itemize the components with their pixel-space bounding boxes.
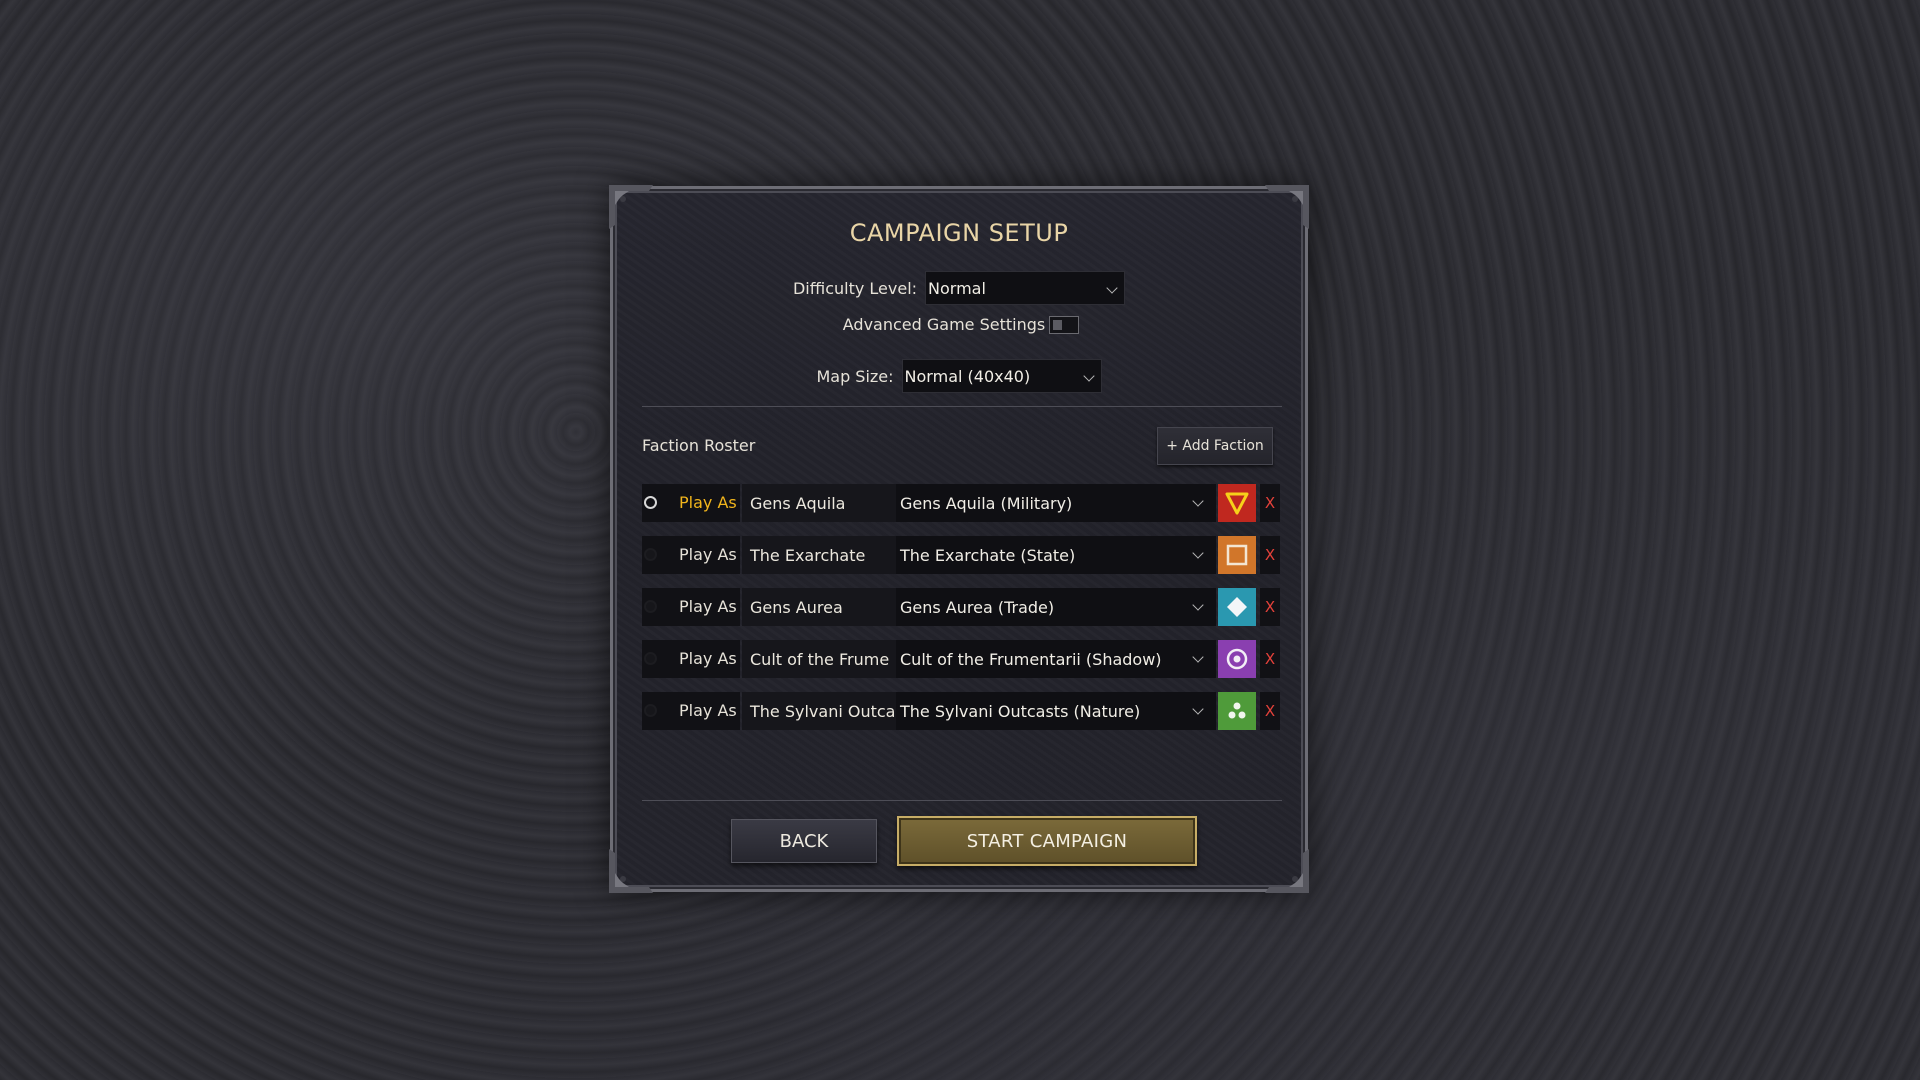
divider bbox=[642, 800, 1282, 801]
faction-select-value: Gens Aurea (Trade) bbox=[900, 597, 1055, 617]
add-faction-button[interactable]: + Add Faction bbox=[1157, 427, 1273, 465]
play-as-cell[interactable]: Play As bbox=[642, 692, 740, 730]
faction-color-button[interactable] bbox=[1218, 588, 1256, 626]
difficulty-value: Normal bbox=[928, 278, 986, 298]
map-size-label: Map Size: bbox=[816, 366, 894, 386]
remove-faction-button[interactable]: X bbox=[1260, 484, 1280, 522]
remove-faction-button[interactable]: X bbox=[1260, 692, 1280, 730]
difficulty-select[interactable]: Normal bbox=[925, 271, 1126, 305]
faction-name[interactable]: Cult of the Frume bbox=[742, 640, 896, 678]
corner-ornament bbox=[609, 849, 653, 893]
faction-row: Play As The Sylvani Outca The Sylvani Ou… bbox=[642, 692, 1280, 730]
faction-row: Play As Gens Aurea Gens Aurea (Trade) X bbox=[642, 588, 1280, 626]
difficulty-row: Difficulty Level: Normal bbox=[613, 271, 1305, 305]
faction-color-button[interactable] bbox=[1218, 692, 1256, 730]
play-as-cell[interactable]: Play As bbox=[642, 588, 740, 626]
faction-row: Play As The Exarchate The Exarchate (Sta… bbox=[642, 536, 1280, 574]
chevron-down-icon bbox=[1192, 703, 1204, 715]
faction-select[interactable]: Gens Aurea (Trade) bbox=[896, 588, 1216, 626]
start-campaign-button[interactable]: START CAMPAIGN bbox=[897, 816, 1197, 866]
three-dots-icon bbox=[1228, 702, 1246, 719]
corner-ornament bbox=[1265, 849, 1309, 893]
diamond-icon bbox=[1227, 597, 1247, 617]
chevron-down-icon bbox=[1192, 651, 1204, 663]
chevron-down-icon bbox=[1106, 282, 1118, 294]
advanced-settings-label: Advanced Game Settings bbox=[842, 315, 1046, 334]
faction-select[interactable]: The Exarchate (State) bbox=[896, 536, 1216, 574]
play-as-radio[interactable] bbox=[644, 704, 657, 717]
toggle-knob bbox=[1053, 319, 1063, 330]
faction-row: Play As Gens Aquila Gens Aquila (Militar… bbox=[642, 484, 1280, 522]
faction-name[interactable]: The Sylvani Outca bbox=[742, 692, 896, 730]
remove-faction-button[interactable]: X bbox=[1260, 588, 1280, 626]
faction-name[interactable]: The Exarchate bbox=[742, 536, 896, 574]
faction-select-value: The Exarchate (State) bbox=[900, 545, 1076, 565]
advanced-settings-toggle[interactable] bbox=[1049, 315, 1080, 334]
faction-roster-label: Faction Roster bbox=[642, 436, 756, 455]
chevron-down-icon bbox=[1192, 495, 1204, 507]
play-as-label: Play As bbox=[679, 649, 737, 668]
faction-select[interactable]: The Sylvani Outcasts (Nature) bbox=[896, 692, 1216, 730]
remove-faction-button[interactable]: X bbox=[1260, 536, 1280, 574]
faction-color-button[interactable] bbox=[1218, 536, 1256, 574]
play-as-cell[interactable]: Play As bbox=[642, 640, 740, 678]
divider bbox=[642, 406, 1282, 407]
faction-name[interactable]: Gens Aurea bbox=[742, 588, 896, 626]
faction-select-value: The Sylvani Outcasts (Nature) bbox=[900, 701, 1141, 721]
play-as-radio[interactable] bbox=[644, 652, 657, 665]
page-title: CAMPAIGN SETUP bbox=[849, 219, 1069, 247]
campaign-setup-panel: CAMPAIGN SETUP Difficulty Level: Normal … bbox=[609, 185, 1309, 893]
faction-select[interactable]: Cult of the Frumentarii (Shadow) bbox=[896, 640, 1216, 678]
remove-faction-button[interactable]: X bbox=[1260, 640, 1280, 678]
play-as-radio[interactable] bbox=[644, 496, 657, 509]
play-as-label: Play As bbox=[679, 545, 737, 564]
back-button[interactable]: BACK bbox=[731, 819, 877, 863]
faction-color-button[interactable] bbox=[1218, 484, 1256, 522]
square-icon bbox=[1226, 544, 1248, 566]
triangle-down-icon bbox=[1225, 492, 1249, 515]
chevron-down-icon bbox=[1082, 370, 1095, 382]
play-as-label: Play As bbox=[679, 701, 737, 720]
play-as-radio[interactable] bbox=[644, 600, 657, 613]
play-as-label: Play As bbox=[679, 493, 737, 512]
ring-icon bbox=[1226, 648, 1248, 670]
play-as-radio[interactable] bbox=[644, 548, 657, 561]
play-as-cell[interactable]: Play As bbox=[642, 536, 740, 574]
play-as-label: Play As bbox=[679, 597, 737, 616]
faction-name[interactable]: Gens Aquila bbox=[742, 484, 896, 522]
chevron-down-icon bbox=[1192, 599, 1204, 611]
play-as-cell[interactable]: Play As bbox=[642, 484, 740, 522]
faction-row: Play As Cult of the Frume Cult of the Fr… bbox=[642, 640, 1280, 678]
advanced-settings-row: Advanced Game Settings bbox=[617, 315, 1305, 334]
chevron-down-icon bbox=[1192, 547, 1204, 559]
difficulty-label: Difficulty Level: bbox=[792, 278, 918, 298]
faction-select-value: Gens Aquila (Military) bbox=[900, 493, 1073, 513]
faction-color-button[interactable] bbox=[1218, 640, 1256, 678]
map-size-select[interactable]: Normal (40x40) bbox=[901, 359, 1102, 393]
map-size-value: Normal (40x40) bbox=[904, 366, 1031, 386]
faction-select-value: Cult of the Frumentarii (Shadow) bbox=[900, 649, 1162, 669]
map-size-row: Map Size: Normal (40x40) bbox=[613, 359, 1305, 393]
faction-select[interactable]: Gens Aquila (Military) bbox=[896, 484, 1216, 522]
